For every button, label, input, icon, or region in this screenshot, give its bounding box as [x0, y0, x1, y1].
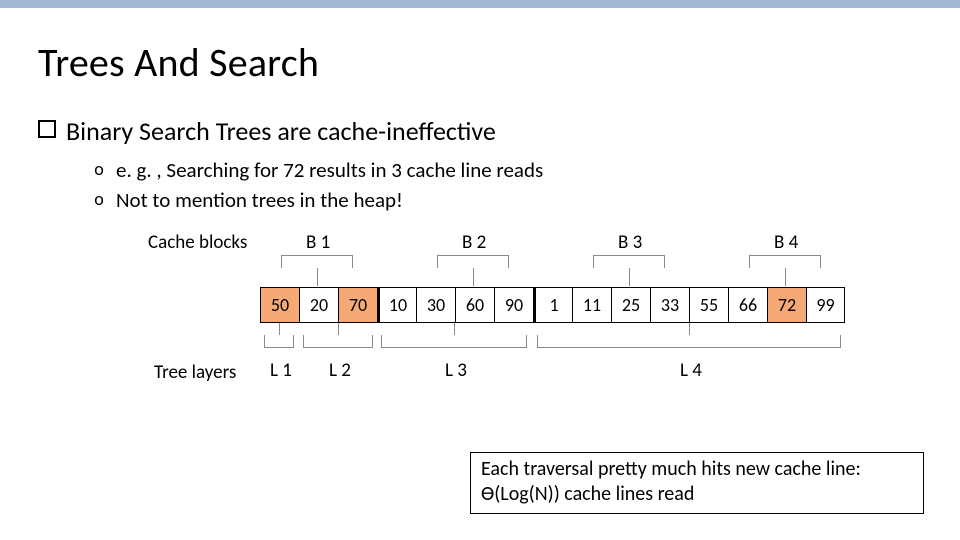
- bracket-icon: [381, 335, 527, 348]
- bracket-icon: [749, 255, 821, 268]
- array-cell: 11: [572, 287, 611, 323]
- array-cell: 60: [455, 287, 494, 323]
- bullet-text: Binary Search Trees are cache-ineffectiv…: [66, 115, 496, 147]
- cache-blocks-label: Cache blocks: [148, 231, 247, 254]
- square-bullet-icon: [38, 120, 56, 138]
- block-label-b4: B 4: [774, 231, 798, 254]
- array-cell: 70: [338, 287, 377, 323]
- array-cell: 20: [299, 287, 338, 323]
- array-cell: 50: [260, 287, 299, 323]
- array-cell: 55: [689, 287, 728, 323]
- array-cell: 99: [806, 287, 845, 323]
- array-cell: 90: [494, 287, 533, 323]
- note-line-1: Each traversal pretty much hits new cach…: [481, 457, 913, 482]
- bracket-stem-icon: [317, 268, 318, 286]
- page-title: Trees And Search: [38, 38, 922, 87]
- cache-diagram: Cache blocks Tree layers B 1 B 2 B 3 B 4…: [148, 231, 888, 391]
- block-label-b3: B 3: [618, 231, 642, 254]
- layer-label-l3: L 3: [445, 359, 467, 382]
- bracket-icon: [303, 335, 373, 348]
- note-box: Each traversal pretty much hits new cach…: [470, 452, 924, 514]
- array-cell: 30: [416, 287, 455, 323]
- sub-bullet-text: Not to mention trees in the heap!: [116, 187, 403, 213]
- block-label-b1: B 1: [306, 231, 330, 254]
- bracket-stem-icon: [279, 323, 280, 335]
- array-cell: 66: [728, 287, 767, 323]
- tree-layers-label: Tree layers: [154, 361, 236, 384]
- circle-bullet-icon: o: [92, 157, 106, 181]
- slide-body: Trees And Search Binary Search Trees are…: [0, 38, 960, 391]
- sub-bullet-item: o Not to mention trees in the heap!: [92, 187, 922, 213]
- array-cell: 1: [533, 287, 572, 323]
- bracket-stem-icon: [689, 323, 690, 335]
- sub-bullet-item: o e. g. , Searching for 72 results in 3 …: [92, 157, 922, 183]
- bracket-stem-icon: [454, 323, 455, 335]
- array-cell: 10: [377, 287, 416, 323]
- layer-label-l1: L 1: [270, 359, 292, 382]
- bullet-item: Binary Search Trees are cache-ineffectiv…: [38, 115, 922, 147]
- bracket-icon: [281, 255, 353, 268]
- bracket-stem-icon: [473, 268, 474, 286]
- bracket-icon: [593, 255, 665, 268]
- accent-bar: [0, 0, 960, 8]
- sub-bullet-text: e. g. , Searching for 72 results in 3 ca…: [116, 157, 543, 183]
- sub-bullet-list: o e. g. , Searching for 72 results in 3 …: [92, 157, 922, 213]
- bracket-icon: [537, 335, 841, 348]
- bracket-icon: [264, 335, 294, 348]
- bracket-icon: [437, 255, 509, 268]
- array-cells: 50207010306090111253355667299: [260, 287, 845, 323]
- note-line-2: Ɵ(Log(N)) cache lines read: [481, 482, 913, 507]
- bracket-stem-icon: [629, 268, 630, 286]
- layer-label-l2: L 2: [329, 359, 351, 382]
- layer-label-l4: L 4: [680, 359, 702, 382]
- bracket-stem-icon: [785, 268, 786, 286]
- array-cell: 25: [611, 287, 650, 323]
- array-cell: 72: [767, 287, 806, 323]
- block-label-b2: B 2: [462, 231, 486, 254]
- circle-bullet-icon: o: [92, 187, 106, 211]
- bracket-stem-icon: [338, 323, 339, 335]
- array-cell: 33: [650, 287, 689, 323]
